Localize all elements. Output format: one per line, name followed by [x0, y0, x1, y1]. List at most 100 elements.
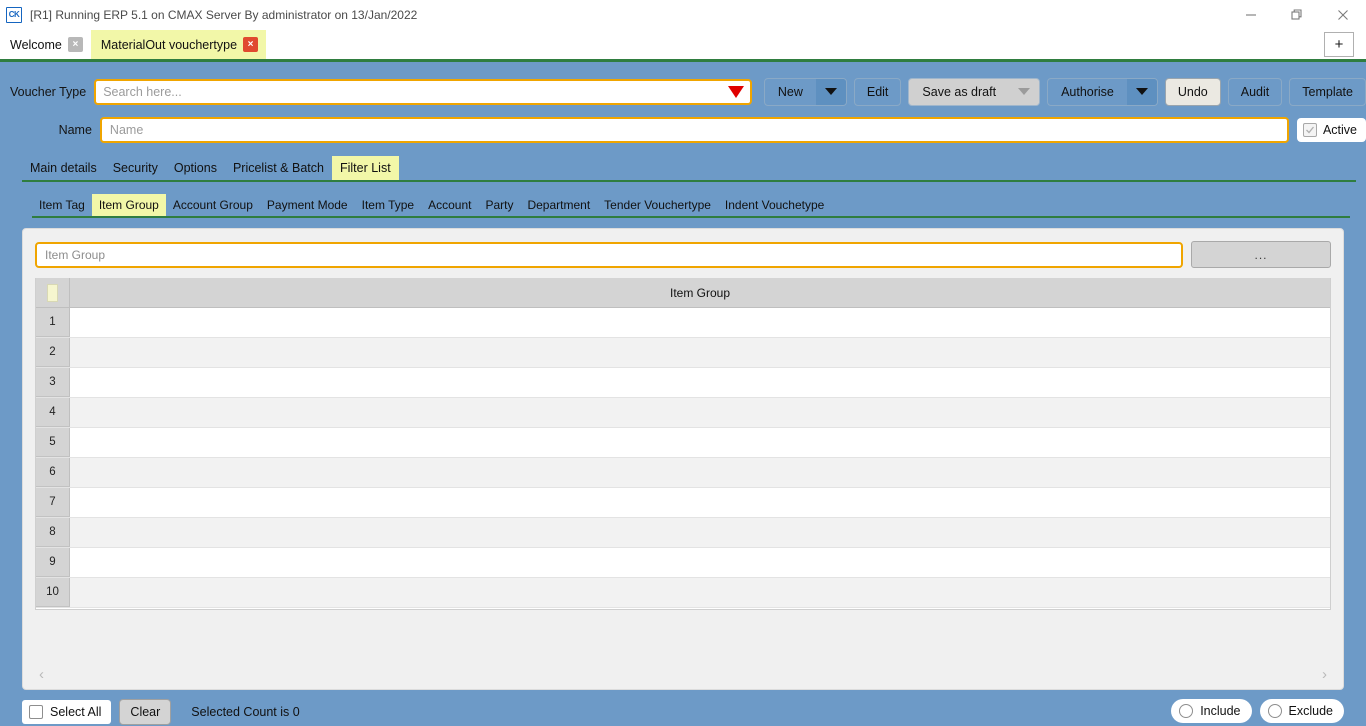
audit-button[interactable]: Audit: [1227, 77, 1283, 106]
doc-tab-label: Welcome: [10, 37, 62, 52]
subtab-item-tag[interactable]: Item Tag: [32, 194, 92, 216]
template-button[interactable]: Template: [1289, 77, 1366, 106]
row-number: 2: [36, 338, 70, 367]
voucher-type-label: Voucher Type: [9, 84, 87, 99]
table-row[interactable]: 3: [36, 368, 1330, 398]
table-row[interactable]: 9: [36, 548, 1330, 578]
minimize-icon[interactable]: [1228, 0, 1274, 30]
secondary-tabs-underline: [32, 216, 1350, 218]
close-icon[interactable]: [1320, 0, 1366, 30]
row-item-group-cell[interactable]: [70, 308, 1330, 337]
active-checkbox[interactable]: Active: [1296, 118, 1366, 142]
chevron-down-icon: [824, 88, 837, 95]
new-button[interactable]: New: [763, 77, 847, 106]
authorise-button-label: Authorise: [1061, 84, 1114, 99]
subtab-account[interactable]: Account: [421, 194, 478, 216]
doc-tab-materialout-vouchertype[interactable]: MaterialOut vouchertype ×: [90, 30, 267, 59]
row-number: 1: [36, 308, 70, 337]
save-as-draft-label: Save as draft: [922, 84, 997, 99]
subtab-account-group[interactable]: Account Group: [166, 194, 260, 216]
browse-button[interactable]: ...: [1191, 241, 1331, 268]
subtab-department[interactable]: Department: [520, 194, 597, 216]
row-item-group-cell[interactable]: [70, 398, 1330, 427]
new-dropdown-toggle[interactable]: [815, 78, 846, 105]
radio-include-label: Include: [1200, 704, 1241, 718]
scroll-left-icon[interactable]: ‹: [35, 667, 48, 682]
grid-select-all-header-cell[interactable]: [36, 278, 70, 307]
subtab-payment-mode[interactable]: Payment Mode: [260, 194, 355, 216]
subtab-item-type[interactable]: Item Type: [355, 194, 421, 216]
voucher-type-row: Voucher Type New Edit Save as draft Auth…: [0, 62, 1366, 108]
row-item-group-cell[interactable]: [70, 488, 1330, 517]
authorise-button[interactable]: Authorise: [1047, 77, 1158, 106]
secondary-tabs: Item Tag Item Group Account Group Paymen…: [0, 192, 1366, 216]
name-input[interactable]: [99, 117, 1289, 143]
grid-column-header-item-group[interactable]: Item Group: [70, 278, 1330, 307]
selected-count-text: Selected Count is 0: [191, 704, 300, 719]
tab-pricelist-and-batch[interactable]: Pricelist & Batch: [225, 156, 332, 180]
radio-exclude[interactable]: Exclude: [1259, 699, 1344, 723]
checkbox-checked-icon: [1302, 123, 1317, 137]
row-item-group-cell[interactable]: [70, 458, 1330, 487]
new-tab-button[interactable]: +: [1324, 32, 1354, 57]
doc-tab-welcome[interactable]: Welcome ×: [0, 30, 91, 59]
authorise-dropdown-toggle[interactable]: [1126, 78, 1157, 105]
save-as-draft-button[interactable]: Save as draft: [908, 77, 1041, 106]
table-row[interactable]: 6: [36, 458, 1330, 488]
record-toolbar: New Edit Save as draft Authorise Undo Au…: [763, 77, 1366, 106]
row-item-group-cell[interactable]: [70, 548, 1330, 577]
primary-tabs: Main details Security Options Pricelist …: [0, 154, 1366, 180]
subtab-indent-vouchetype[interactable]: Indent Vouchetype: [718, 194, 831, 216]
table-row[interactable]: 1: [36, 308, 1330, 338]
radio-exclude-label: Exclude: [1288, 704, 1333, 718]
tab-main-details[interactable]: Main details: [22, 156, 105, 180]
table-row[interactable]: 5: [36, 428, 1330, 458]
checkbox-unchecked-icon: [29, 704, 43, 719]
table-row[interactable]: 8: [36, 518, 1330, 548]
filter-panel: ... Item Group 1 2 3 4: [22, 228, 1344, 690]
subtab-item-group[interactable]: Item Group: [91, 194, 166, 216]
app-logo-icon: CK: [6, 7, 22, 23]
window-controls: [1228, 0, 1366, 30]
row-item-group-cell[interactable]: [70, 338, 1330, 367]
window-title: [R1] Running ERP 5.1 on CMAX Server By a…: [30, 8, 418, 22]
close-icon[interactable]: ×: [67, 37, 83, 52]
table-row[interactable]: 2: [36, 338, 1330, 368]
tab-options[interactable]: Options: [166, 156, 225, 180]
row-item-group-cell[interactable]: [70, 518, 1330, 547]
radio-include[interactable]: Include: [1171, 699, 1252, 723]
voucher-type-search-input[interactable]: [94, 78, 752, 105]
radio-unselected-icon: [1267, 704, 1282, 718]
clear-button[interactable]: Clear: [119, 698, 172, 725]
scroll-right-icon[interactable]: ›: [1318, 667, 1331, 682]
row-number: 10: [36, 578, 70, 607]
row-item-group-cell[interactable]: [70, 368, 1330, 397]
restore-icon[interactable]: [1274, 0, 1320, 30]
tab-filter-list[interactable]: Filter List: [331, 155, 399, 180]
subtab-party[interactable]: Party: [478, 194, 520, 216]
table-row[interactable]: 4: [36, 398, 1330, 428]
save-as-draft-dropdown-toggle[interactable]: [1009, 78, 1040, 105]
row-number: 7: [36, 488, 70, 517]
chevron-down-icon: [1135, 88, 1148, 95]
subtab-tender-vouchertype[interactable]: Tender Vouchertype: [597, 194, 718, 216]
document-tabstrip: Welcome × MaterialOut vouchertype × +: [0, 30, 1366, 59]
close-icon[interactable]: ×: [243, 37, 259, 52]
table-row[interactable]: 7: [36, 488, 1330, 518]
row-item-group-cell[interactable]: [70, 578, 1330, 607]
include-exclude-radio-group: Include Exclude: [1171, 699, 1344, 723]
chevron-down-icon: [1018, 88, 1031, 95]
new-button-label: New: [777, 84, 803, 99]
filter-footer: Select All Clear Selected Count is 0 Inc…: [22, 690, 1344, 725]
tab-security[interactable]: Security: [105, 156, 166, 180]
item-group-filter-input[interactable]: [35, 241, 1183, 268]
grid-horizontal-scrollbar[interactable]: ‹ ›: [35, 665, 1331, 683]
name-label: Name: [58, 123, 92, 137]
row-item-group-cell[interactable]: [70, 428, 1330, 457]
form-body: Voucher Type New Edit Save as draft Auth…: [0, 62, 1366, 726]
edit-button[interactable]: Edit: [853, 77, 902, 106]
window-titlebar: CK [R1] Running ERP 5.1 on CMAX Server B…: [0, 0, 1366, 30]
select-all-checkbox[interactable]: Select All: [22, 699, 112, 724]
table-row[interactable]: 10: [36, 578, 1330, 608]
undo-button[interactable]: Undo: [1164, 77, 1221, 106]
